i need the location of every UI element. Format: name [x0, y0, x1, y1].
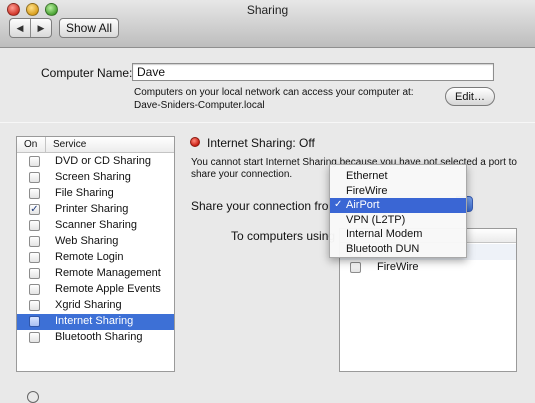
- service-checkbox[interactable]: [29, 316, 40, 327]
- service-row[interactable]: Web Sharing: [17, 234, 174, 250]
- forward-arrow-icon[interactable]: ▶: [31, 19, 51, 37]
- service-label: Bluetooth Sharing: [55, 331, 143, 343]
- port-checkbox[interactable]: [350, 262, 361, 273]
- service-row[interactable]: Remote Management: [17, 266, 174, 282]
- menu-item[interactable]: Ethernet: [330, 169, 466, 184]
- service-row[interactable]: File Sharing: [17, 186, 174, 202]
- service-row[interactable]: Remote Login: [17, 250, 174, 266]
- menu-item-label: AirPort: [346, 199, 380, 211]
- service-checkbox[interactable]: [29, 172, 40, 183]
- service-label: Screen Sharing: [55, 171, 131, 183]
- service-checkbox[interactable]: [29, 252, 40, 263]
- service-row[interactable]: DVD or CD Sharing: [17, 154, 174, 170]
- service-row[interactable]: ✓ Printer Sharing: [17, 202, 174, 218]
- window-title: Sharing: [246, 3, 289, 17]
- computer-address-description: Computers on your local network can acce…: [134, 87, 414, 111]
- internet-sharing-status: Internet Sharing: Off: [207, 136, 315, 150]
- computer-name-label: Computer Name:: [41, 66, 133, 80]
- service-row[interactable]: Remote Apple Events: [17, 282, 174, 298]
- column-separator: [45, 137, 46, 153]
- service-list-header: On Service: [17, 137, 174, 153]
- menu-item-label: Ethernet: [346, 170, 388, 182]
- service-checkbox[interactable]: [29, 156, 40, 167]
- service-checkbox[interactable]: [29, 268, 40, 279]
- menu-item-label: Bluetooth DUN: [346, 242, 420, 255]
- port-row[interactable]: FireWire: [340, 260, 516, 276]
- on-column-header[interactable]: On: [24, 139, 37, 150]
- to-computers-label: To computers using: [231, 229, 336, 243]
- menu-item-label: Internal Modem: [346, 228, 423, 240]
- menu-item-label: FireWire: [346, 184, 388, 197]
- service-label: Web Sharing: [55, 235, 119, 247]
- service-row[interactable]: Internet Sharing: [17, 314, 174, 330]
- service-checkbox[interactable]: [29, 284, 40, 295]
- service-row[interactable]: Scanner Sharing: [17, 218, 174, 234]
- service-label: Printer Sharing: [55, 203, 129, 215]
- service-row[interactable]: Bluetooth Sharing: [17, 330, 174, 346]
- service-label: Scanner Sharing: [55, 219, 137, 231]
- service-checkbox[interactable]: [29, 236, 40, 247]
- share-from-label: Share your connection from: [191, 199, 339, 213]
- service-label: Remote Apple Events: [55, 283, 161, 295]
- service-row[interactable]: Xgrid Sharing: [17, 298, 174, 314]
- status-indicator-icon: [190, 137, 200, 147]
- service-row[interactable]: Screen Sharing: [17, 170, 174, 186]
- service-label: Internet Sharing: [55, 315, 134, 327]
- service-checkbox[interactable]: ✓: [29, 204, 40, 215]
- menu-item[interactable]: ✓ AirPort: [330, 198, 466, 213]
- menu-item[interactable]: Bluetooth DUN: [330, 242, 466, 257]
- title-bar: Sharing ◀ ▶ Show All: [0, 0, 535, 48]
- service-column-header[interactable]: Service: [53, 139, 86, 150]
- menu-item[interactable]: Internal Modem: [330, 227, 466, 242]
- sharing-window: Sharing ◀ ▶ Show All Computer Name: Dave…: [0, 0, 535, 403]
- service-label: Remote Management: [55, 267, 161, 279]
- show-all-button[interactable]: Show All: [59, 18, 119, 38]
- service-checkbox[interactable]: [29, 188, 40, 199]
- menu-item[interactable]: VPN (L2TP): [330, 213, 466, 228]
- port-label: FireWire: [377, 261, 419, 273]
- service-label: Xgrid Sharing: [55, 299, 122, 311]
- section-divider: [0, 122, 535, 123]
- checkmark-icon: ✓: [334, 199, 343, 210]
- lock-icon[interactable]: [27, 391, 39, 403]
- service-label: DVD or CD Sharing: [55, 155, 151, 167]
- service-label: File Sharing: [55, 187, 114, 199]
- back-arrow-icon[interactable]: ◀: [10, 19, 31, 37]
- service-checkbox[interactable]: [29, 220, 40, 231]
- edit-button[interactable]: Edit…: [445, 87, 495, 106]
- service-checkbox[interactable]: [29, 300, 40, 311]
- back-forward-control: ◀ ▶: [9, 18, 52, 38]
- service-checkbox[interactable]: [29, 332, 40, 343]
- service-list: On Service DVD or CD Sharing Screen Shari…: [16, 136, 175, 372]
- service-label: Remote Login: [55, 251, 124, 263]
- computer-name-field[interactable]: Dave: [132, 63, 494, 81]
- menu-item[interactable]: FireWire: [330, 184, 466, 199]
- menu-item-label: VPN (L2TP): [346, 213, 406, 226]
- share-from-dropdown-menu: Ethernet FireWire ✓ AirPort VPN (L2TP) Intern…: [329, 164, 467, 258]
